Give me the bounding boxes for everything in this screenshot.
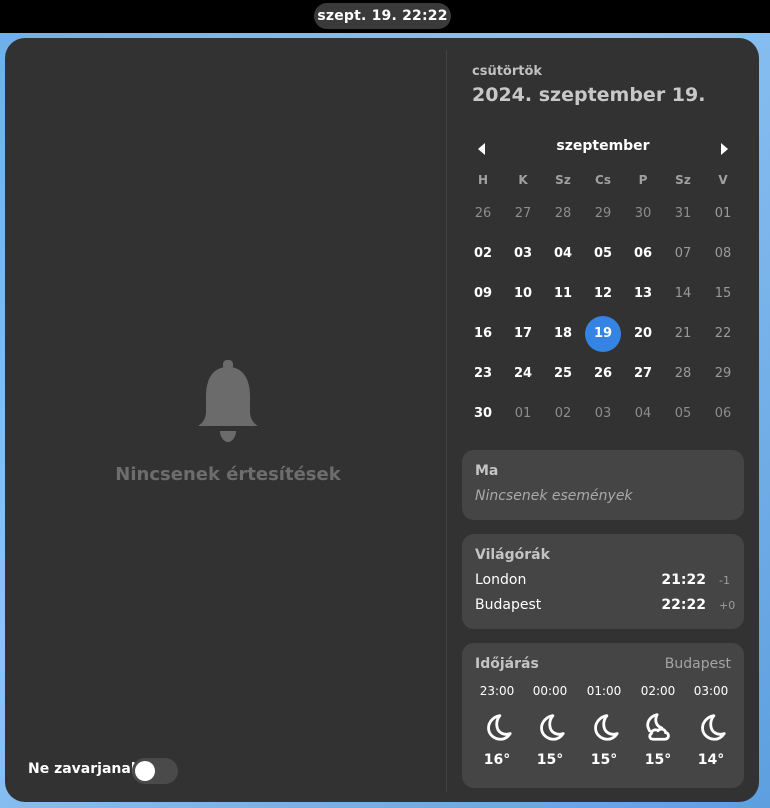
world-clock-offset: -1 [719, 574, 730, 587]
weather-title: Időjárás [475, 656, 539, 672]
forecast-time: 01:00 [586, 684, 622, 698]
calendar-day[interactable]: 16 [465, 316, 501, 352]
calendar-day-today[interactable]: 19 [585, 316, 621, 352]
calendar-day[interactable]: 27 [625, 356, 661, 392]
calendar-day[interactable]: 17 [505, 316, 541, 352]
calendar-day[interactable]: 08 [705, 236, 741, 272]
forecast-temperature: 15° [536, 752, 564, 768]
calendar-day[interactable]: 22 [705, 316, 741, 352]
calendar-day[interactable]: 20 [625, 316, 661, 352]
forecast-item: 03:00 14° [684, 684, 738, 768]
calendar-day[interactable]: 02 [465, 236, 501, 272]
calendar-day[interactable]: 23 [465, 356, 501, 392]
moon-icon [594, 714, 619, 741]
calendar-weekday-header: P [638, 173, 648, 187]
calendar-weekday-header: V [718, 173, 728, 187]
forecast-item: 01:00 15° [577, 684, 631, 768]
world-clock-time: 22:22 [661, 597, 706, 613]
next-month-button[interactable] [714, 139, 734, 159]
calendar-day[interactable]: 24 [505, 356, 541, 392]
calendar-day[interactable]: 01 [505, 396, 541, 432]
calendar-day[interactable]: 06 [625, 236, 661, 272]
world-clock-time: 21:22 [661, 572, 706, 588]
world-clock-city: London [475, 572, 527, 588]
calendar-day[interactable]: 27 [505, 196, 541, 232]
calendar-weekday-header: Cs [595, 173, 611, 187]
calendar-day[interactable]: 04 [545, 236, 581, 272]
forecast-temperature: 15° [644, 752, 672, 768]
calendar-weekday-header: K [518, 173, 528, 187]
calendar-day[interactable]: 31 [665, 196, 701, 232]
calendar-day[interactable]: 14 [665, 276, 701, 312]
forecast-temperature: 15° [590, 752, 618, 768]
calendar-day[interactable]: 10 [505, 276, 541, 312]
forecast-temperature: 16° [483, 752, 511, 768]
do-not-disturb-toggle[interactable] [132, 758, 178, 784]
weather-card[interactable]: Időjárás Budapest 23:00 16° 00:00 15° 01:00 1… [462, 643, 744, 788]
forecast-time: 02:00 [640, 684, 676, 698]
calendar-day[interactable]: 29 [585, 196, 621, 232]
calendar-day[interactable]: 15 [705, 276, 741, 312]
calendar-day[interactable]: 07 [665, 236, 701, 272]
forecast-item: 00:00 15° [523, 684, 577, 768]
calendar-day[interactable]: 12 [585, 276, 621, 312]
world-clocks-card[interactable]: Világórák London 21:22 -1 Budapest 22:22… [462, 534, 744, 629]
forecast-time: 00:00 [532, 684, 568, 698]
moon-cloud-icon [646, 713, 670, 741]
forecast-time: 23:00 [479, 684, 515, 698]
empty-notifications-label: Nincsenek értesítések [115, 464, 341, 485]
forecast-time: 03:00 [693, 684, 729, 698]
arrow-right-icon [721, 143, 728, 155]
calendar-day[interactable]: 11 [545, 276, 581, 312]
bell-icon [198, 360, 258, 442]
forecast-item: 23:00 16° [470, 684, 524, 768]
panel-divider [446, 50, 447, 792]
calendar-day[interactable]: 06 [705, 396, 741, 432]
notification-calendar-panel: Nincsenek értesítések Ne zavarjanak csüt… [5, 38, 759, 802]
top-bar: szept. 19. 22:22 [0, 0, 770, 33]
calendar-weekday-header: H [477, 173, 489, 187]
calendar-day[interactable]: 28 [545, 196, 581, 232]
toggle-knob [135, 761, 155, 781]
moon-icon [701, 714, 726, 741]
forecast-temperature: 14° [697, 752, 725, 768]
events-title: Ma [475, 463, 499, 479]
calendar-day[interactable]: 30 [465, 396, 501, 432]
calendar-day[interactable]: 04 [625, 396, 661, 432]
date-time-button[interactable]: szept. 19. 22:22 [314, 3, 451, 29]
weekday-label: csütörtök [472, 64, 543, 79]
calendar-month-label: szeptember [556, 138, 650, 154]
events-card[interactable]: Ma Nincsenek események [462, 450, 744, 520]
calendar-day[interactable]: 28 [665, 356, 701, 392]
do-not-disturb-label: Ne zavarjanak [28, 761, 141, 777]
calendar-weekday-header: Sz [555, 173, 571, 187]
events-empty-label: Nincsenek események [475, 488, 633, 504]
world-clocks-title: Világórák [475, 547, 550, 563]
calendar-day[interactable]: 21 [665, 316, 701, 352]
calendar-weekday-header: Sz [675, 173, 691, 187]
moon-icon [540, 714, 565, 741]
calendar-day[interactable]: 03 [505, 236, 541, 272]
calendar-day[interactable]: 30 [625, 196, 661, 232]
calendar-day[interactable]: 26 [465, 196, 501, 232]
calendar-day[interactable]: 18 [545, 316, 581, 352]
calendar-day[interactable]: 01 [705, 196, 741, 232]
calendar-day[interactable]: 26 [585, 356, 621, 392]
calendar-day[interactable]: 05 [665, 396, 701, 432]
world-clock-offset: +0 [719, 599, 736, 612]
forecast-item: 02:00 15° [631, 684, 685, 768]
weather-location: Budapest [664, 656, 731, 672]
calendar-day[interactable]: 13 [625, 276, 661, 312]
calendar-day[interactable]: 09 [465, 276, 501, 312]
calendar-day[interactable]: 25 [545, 356, 581, 392]
calendar-day[interactable]: 05 [585, 236, 621, 272]
calendar-day[interactable]: 03 [585, 396, 621, 432]
world-clock-city: Budapest [475, 597, 542, 613]
moon-icon [487, 714, 512, 741]
calendar-day[interactable]: 02 [545, 396, 581, 432]
calendar-day[interactable]: 29 [705, 356, 741, 392]
full-date-label[interactable]: 2024. szeptember 19. [472, 84, 705, 106]
